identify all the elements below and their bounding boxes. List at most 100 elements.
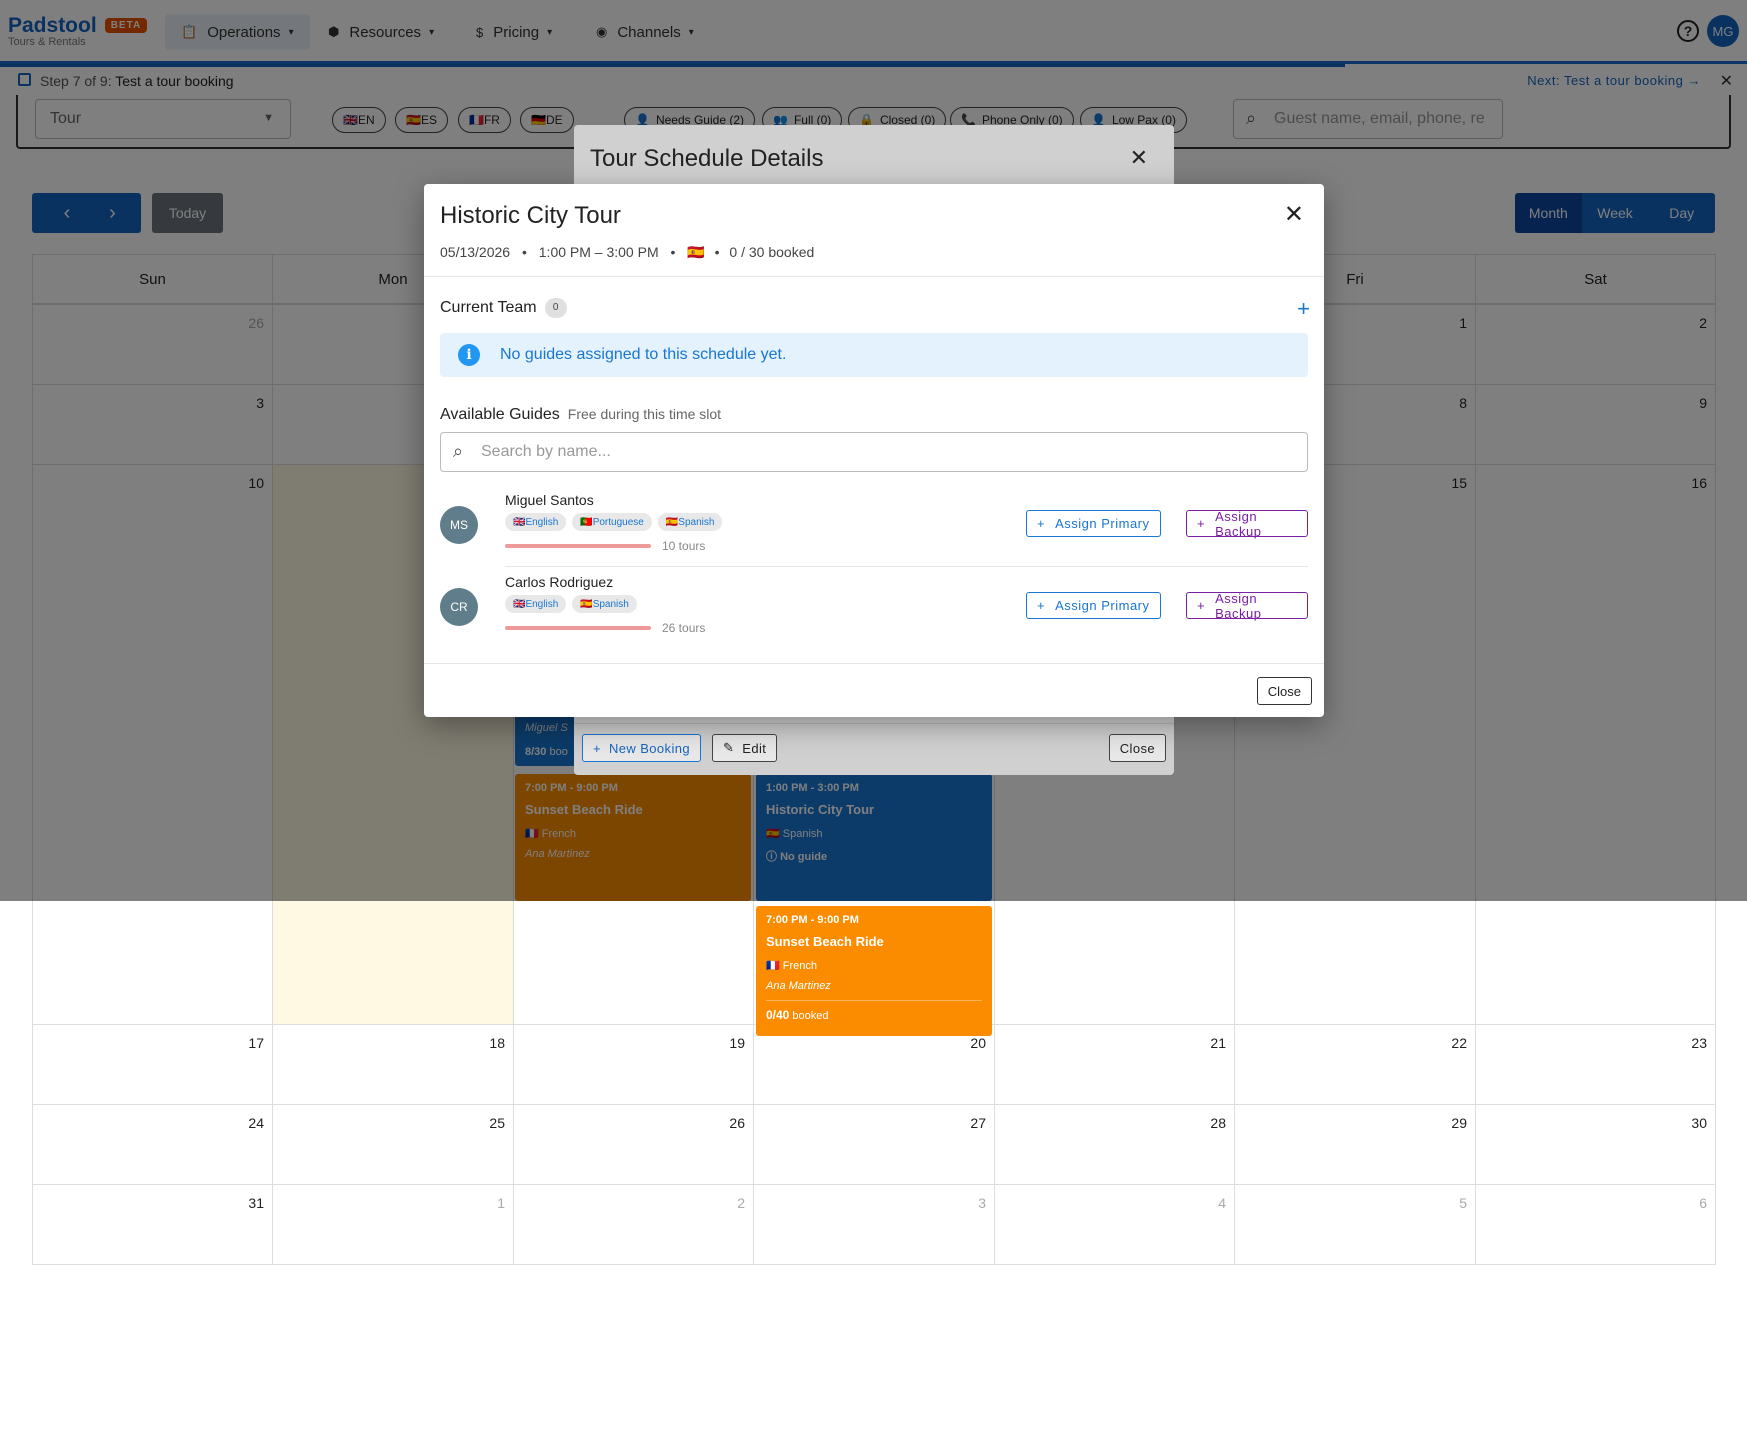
language-chip: 🇬🇧English [505,513,567,531]
assign-primary-button[interactable]: + Assign Primary [1026,592,1161,619]
calendar-day-cell[interactable]: 3 [753,1184,995,1265]
schedule-time: 1:00 PM – 3:00 PM [538,244,659,260]
assign-backup-button[interactable]: + Assign Backup [1186,590,1308,621]
calendar-day-cell[interactable]: 22 [1234,1024,1476,1105]
calendar-day-cell[interactable]: 23 [1475,1024,1716,1105]
guide-languages: 🇬🇧English 🇪🇸Spanish [505,595,637,613]
button-label: Edit [742,740,767,756]
day-number: 27 [970,1115,986,1131]
team-count-badge: 0 [544,298,567,318]
workload-bar [505,626,651,630]
plus-icon: + [1197,598,1206,613]
close-icon[interactable]: ✕ [1284,200,1304,229]
button-label: Assign Backup [1215,590,1262,621]
day-number: 19 [729,1035,745,1051]
booked-count: 0 / 30 booked [729,244,815,260]
calendar-day-cell[interactable]: 5 [1234,1184,1476,1265]
guide-languages: 🇬🇧English 🇵🇹Portuguese 🇪🇸Spanish [505,513,723,531]
calendar-day-cell[interactable]: 4 [994,1184,1235,1265]
calendar-day-cell[interactable]: 21 [994,1024,1235,1105]
day-number: 1 [497,1195,505,1211]
search-icon: ⌕ [453,441,464,461]
dialog-actions: + New Booking ✎ Edit Close [574,723,1174,775]
avatar: CR [440,588,478,626]
alert-text: No guides assigned to this schedule yet. [500,346,787,363]
available-guides-subtitle: Free during this time slot [567,406,722,422]
day-number: 31 [248,1195,264,1211]
button-label: Assign Primary [1055,598,1150,613]
day-number: 3 [978,1195,986,1211]
assign-backup-button[interactable]: + Assign Backup [1186,509,1308,539]
calendar-day-cell[interactable]: 2 [513,1184,754,1265]
event-card[interactable]: 7:00 PM - 9:00 PM Sunset Beach Ride 🇫🇷 F… [756,906,992,1036]
button-label: New Booking [609,740,690,756]
button-label: Assign Primary [1055,516,1150,531]
day-number: 20 [970,1035,986,1051]
day-number: 26 [729,1115,745,1131]
day-number: 22 [1451,1035,1467,1051]
close-button[interactable]: Close [1108,734,1166,762]
plus-icon: + [1197,516,1206,531]
tour-count: 10 tours [662,539,706,553]
guide-row: CR Carlos Rodriguez 🇬🇧English 🇪🇸Spanish … [440,568,1308,650]
schedule-meta: 05/13/2026 • 1:00 PM – 3:00 PM • 🇪🇸 • 0 … [440,244,815,260]
day-number: 2 [737,1195,745,1211]
day-number: 30 [1691,1115,1707,1131]
app-root: PadstoolBETA Tours & Rentals 📋 Operation… [0,0,1747,1453]
current-team-heading: Current Team 0 [440,298,567,318]
assign-primary-button[interactable]: + Assign Primary [1026,510,1161,537]
calendar-day-cell[interactable]: 28 [994,1104,1235,1185]
day-number: 18 [489,1035,505,1051]
calendar-day-cell[interactable]: 1 [272,1184,514,1265]
event-booked: 0/40 booked [766,1000,982,1022]
close-icon[interactable]: ✕ [1130,145,1148,171]
language-flag: 🇪🇸 [687,244,705,260]
calendar-day-cell[interactable]: 19 [513,1024,754,1105]
calendar-day-cell[interactable]: 20 [753,1024,995,1105]
plus-icon: + [1037,598,1046,613]
avatar: MS [440,506,478,544]
language-chip: 🇪🇸Spanish [657,513,723,531]
calendar-day-cell[interactable]: 27 [753,1104,995,1185]
language-chip: 🇬🇧English [505,595,567,613]
day-number: 4 [1218,1195,1226,1211]
search-placeholder: Search by name... [481,443,611,460]
dialog-title: Tour Schedule Details [590,145,824,172]
divider [424,276,1324,277]
day-number: 6 [1699,1195,1707,1211]
guide-name: Miguel Santos [505,492,594,508]
day-number: 23 [1691,1035,1707,1051]
workload-bar [505,544,651,548]
calendar-day-cell[interactable]: 18 [272,1024,514,1105]
calendar-day-cell[interactable]: 17 [32,1024,273,1105]
schedule-date: 05/13/2026 [440,244,511,260]
info-icon: i [458,344,480,366]
language-chip: 🇵🇹Portuguese [572,513,652,531]
day-number: 21 [1210,1035,1226,1051]
guide-search-input[interactable]: ⌕ Search by name... [440,432,1308,472]
event-guide: Ana Martinez [766,980,831,992]
calendar-day-cell[interactable]: 24 [32,1104,273,1185]
edit-button[interactable]: ✎ Edit [712,734,778,762]
tour-count: 26 tours [662,621,706,635]
day-number: 5 [1459,1195,1467,1211]
guide-assignment-dialog: Historic City Tour ✕ 05/13/2026 • 1:00 P… [424,184,1324,717]
calendar-day-cell[interactable]: 25 [272,1104,514,1185]
language-chip: 🇪🇸Spanish [572,595,637,613]
close-button[interactable]: Close [1256,677,1312,705]
no-guides-alert: i No guides assigned to this schedule ye… [440,333,1308,377]
guide-row: MS Miguel Santos 🇬🇧English 🇵🇹Portuguese … [440,486,1308,568]
calendar-day-cell[interactable]: 29 [1234,1104,1476,1185]
divider [505,566,1308,567]
new-booking-button[interactable]: + New Booking [582,734,701,762]
event-language: 🇫🇷 French [766,960,818,972]
calendar-day-cell[interactable]: 26 [513,1104,754,1185]
day-number: 17 [248,1035,264,1051]
guide-name: Carlos Rodriguez [505,574,614,590]
calendar-day-cell[interactable]: 31 [32,1184,273,1265]
calendar-day-cell[interactable]: 30 [1475,1104,1716,1185]
add-guide-icon[interactable]: + [1297,296,1310,322]
day-number: 28 [1210,1115,1226,1131]
calendar-day-cell[interactable]: 6 [1475,1184,1716,1265]
day-number: 29 [1451,1115,1467,1131]
